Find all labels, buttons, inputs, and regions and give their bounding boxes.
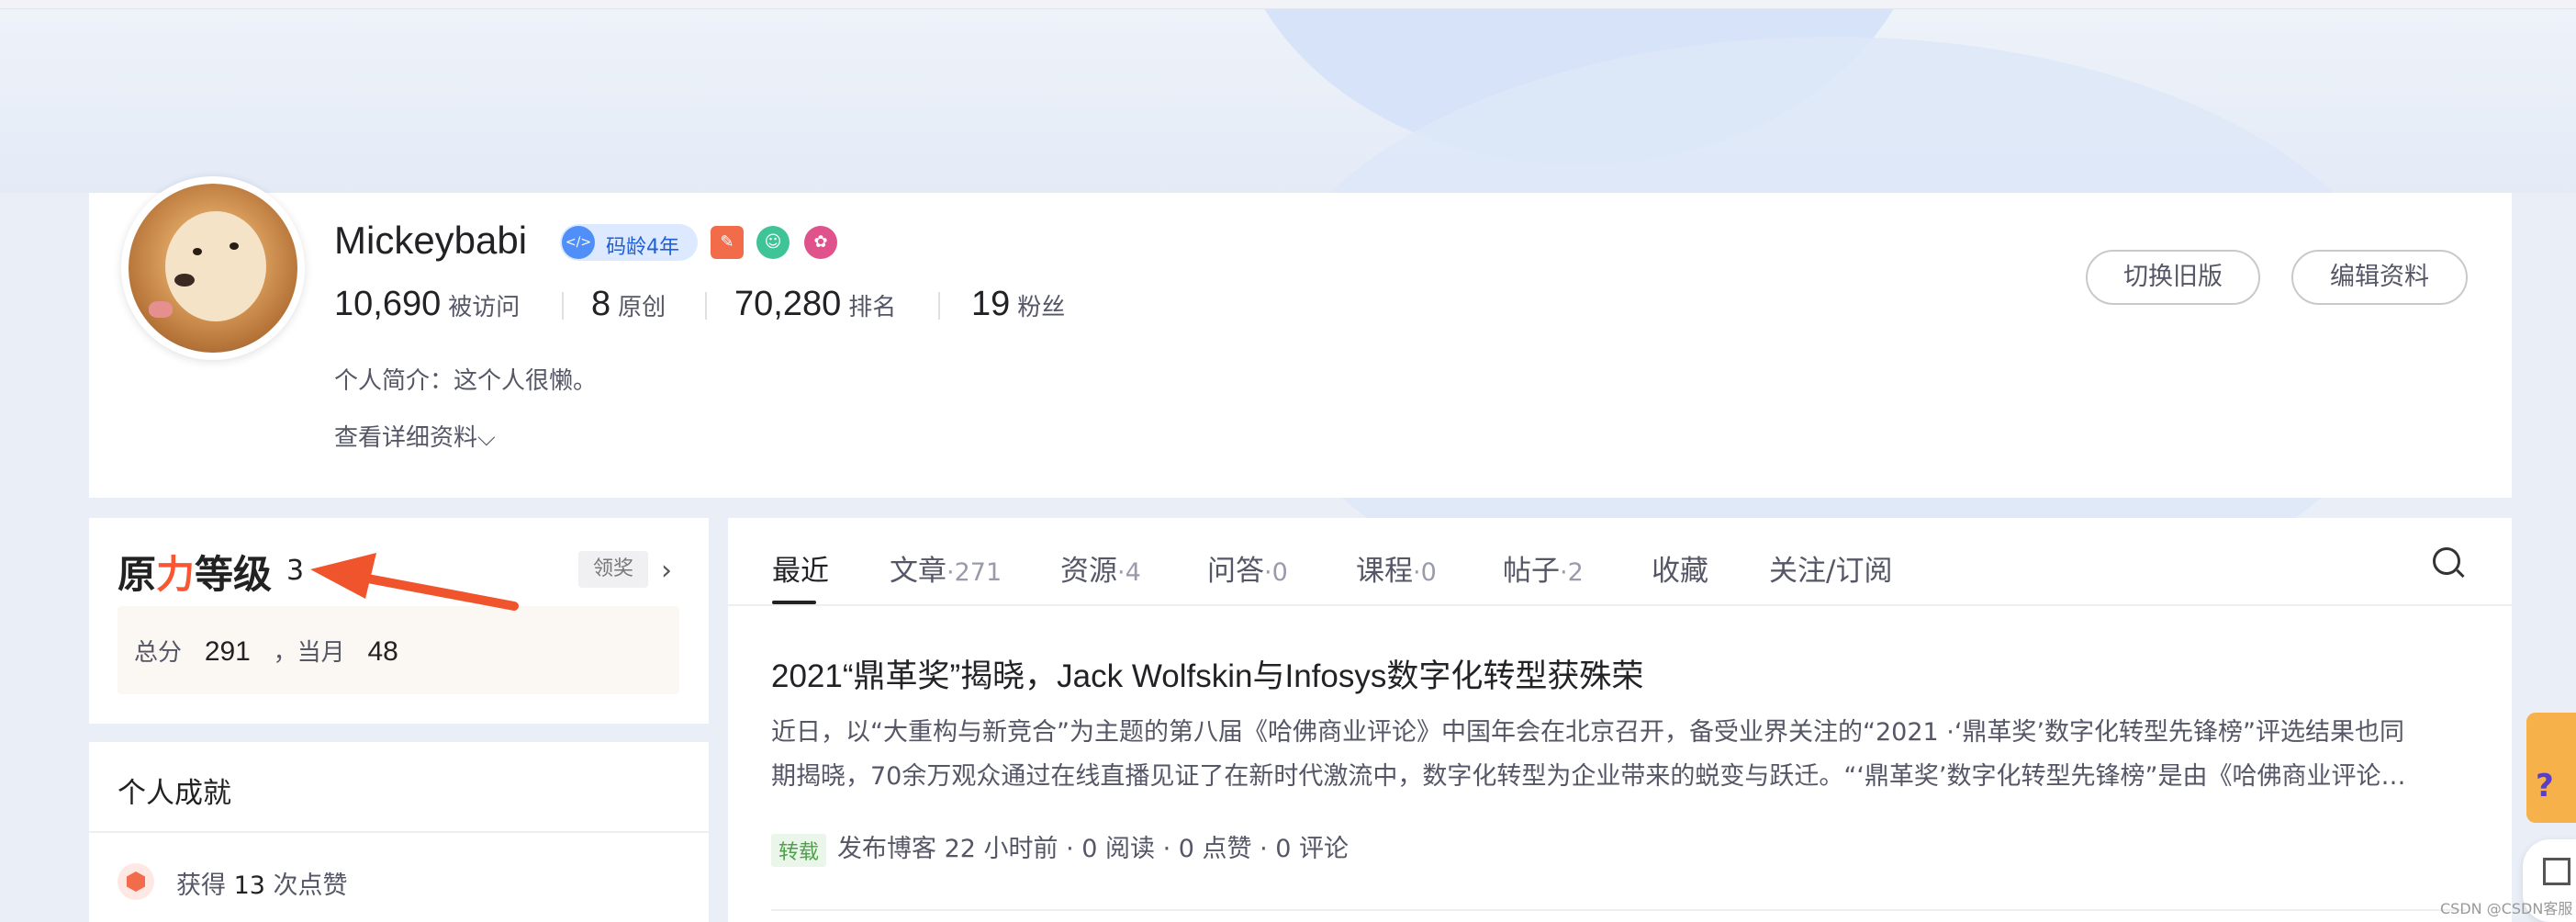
blog-medal-icon[interactable]: ✎ [711, 226, 744, 259]
avatar[interactable] [129, 184, 297, 353]
search-icon[interactable] [2433, 547, 2460, 575]
divider [771, 909, 2466, 911]
stat-divider [562, 292, 564, 320]
stat-original: 8 原创 [591, 285, 666, 323]
more-info-link[interactable]: 查看详细资料⌵ [334, 419, 496, 453]
stat-divider [705, 292, 707, 320]
tab-qa[interactable]: 问答·0 [1207, 547, 1288, 589]
stat-rank: 70,280 排名 [734, 285, 897, 323]
tab-following[interactable]: 关注/订阅 [1769, 547, 1892, 589]
article-summary[interactable]: 近日，以“大重构与新竞合”为主题的第八届《哈佛商业评论》中国年会在北京召开，备受… [771, 711, 2466, 799]
chevron-right-icon[interactable]: › [661, 555, 672, 587]
active-tab-indicator [772, 601, 816, 604]
article-title[interactable]: 2021“鼎革奖”揭晓，Jack Wolfskin与Infosys数字化转型获殊… [771, 650, 1643, 697]
stat-visits: 10,690 被访问 [334, 285, 521, 323]
claim-reward-button[interactable]: 领奖 [578, 551, 648, 588]
top-bar [0, 0, 2576, 9]
like-badge-icon [118, 863, 154, 900]
code-icon: </> [562, 226, 595, 259]
code-age-badge[interactable]: </> 码龄4年 [560, 224, 698, 261]
stat-divider [938, 292, 940, 320]
level-score-text: 总分 291 ，当月 48 [134, 636, 398, 667]
divider [89, 831, 709, 833]
tab-courses[interactable]: 课程·0 [1356, 547, 1437, 589]
annotation-arrow [310, 553, 519, 611]
achievement-likes: 获得 13 次点赞 [176, 871, 348, 900]
switch-old-version-button[interactable]: 切换旧版 [2086, 250, 2260, 305]
content-tabs: 最近 文章·271 资源·4 问答·0 课程·0 帖子·2 收藏 关注/订阅 [728, 518, 2512, 606]
repost-tag: 转载 [771, 833, 827, 867]
tab-favorites[interactable]: 收藏 [1652, 547, 1708, 589]
tab-recent[interactable]: 最近 [772, 547, 829, 589]
level-value: 3 [286, 555, 305, 587]
watermark: CSDN @CSDN客服 [2440, 900, 2573, 917]
article-meta: 转载 发布博客 22 小时前 · 0 阅读 · 0 点赞 · 0 评论 [771, 828, 1349, 867]
level-title: 原力等级 [118, 552, 273, 597]
stat-fans: 19 粉丝 [971, 285, 1066, 323]
floating-activity-icon[interactable]: ? [2526, 713, 2576, 823]
tab-resources[interactable]: 资源·4 [1060, 547, 1141, 589]
more-info-label: 查看详细资料 [334, 424, 478, 452]
chevron-down-icon: ⌵ [477, 424, 496, 452]
community-medal-icon[interactable]: ☺ [756, 226, 790, 259]
achievements-title: 个人成就 [118, 777, 231, 810]
qr-code-icon [2543, 858, 2570, 885]
tab-articles[interactable]: 文章·271 [890, 547, 1002, 589]
profile-intro: 个人简介：这个人很懒。 [334, 367, 598, 395]
honor-medal-icon[interactable]: ✿ [804, 226, 837, 259]
code-age-label: 码龄4年 [606, 236, 679, 259]
username: Mickeybabi [334, 219, 528, 262]
edit-profile-button[interactable]: 编辑资料 [2291, 250, 2468, 305]
tab-posts[interactable]: 帖子·2 [1503, 547, 1584, 589]
